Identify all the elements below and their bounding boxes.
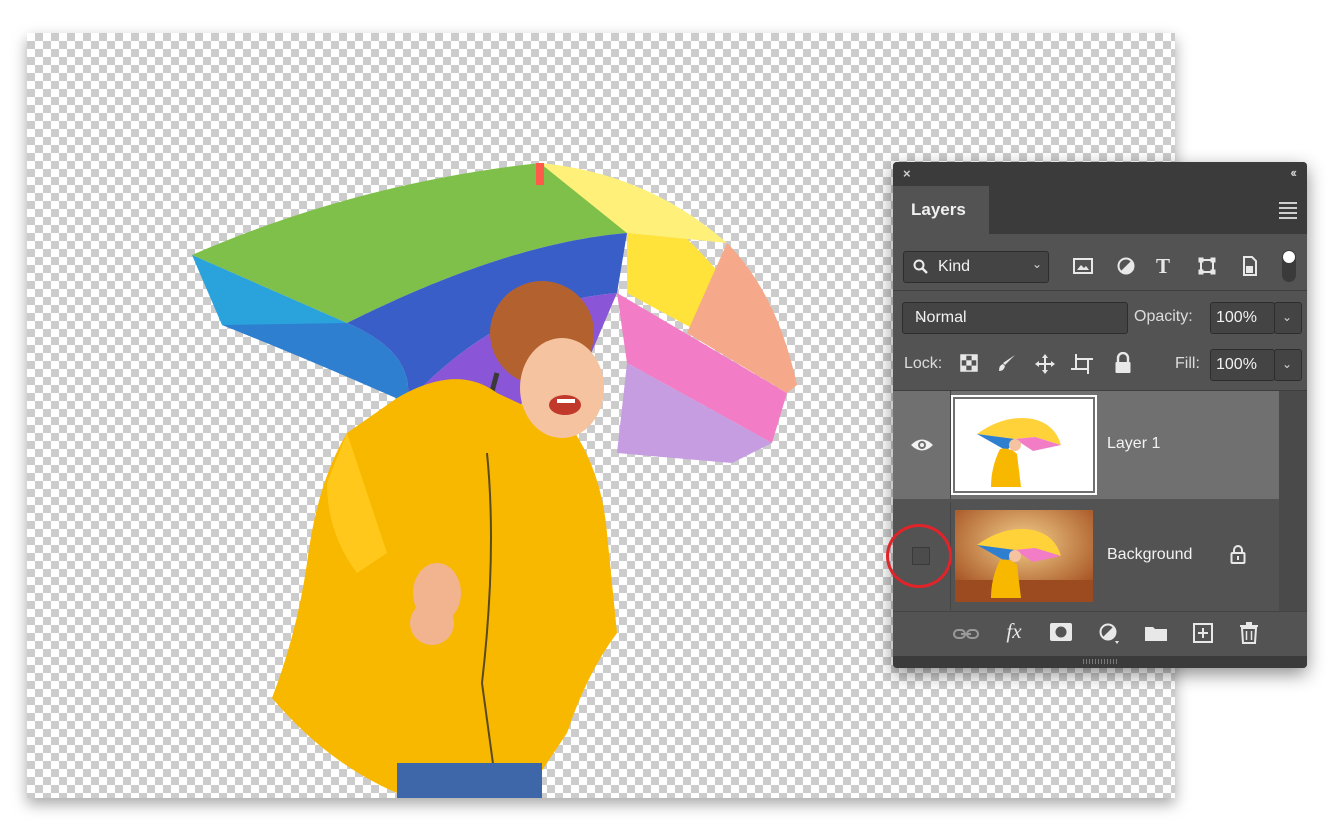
layer-list: Layer 1 Background <box>893 391 1307 611</box>
add-mask-icon[interactable] <box>1048 623 1074 641</box>
layer-lock-icon <box>1230 545 1246 564</box>
close-panel-icon[interactable]: × <box>903 166 911 181</box>
divider <box>893 290 1307 291</box>
opacity-dropdown-button[interactable]: ⌄ <box>1274 302 1302 334</box>
new-layer-icon[interactable] <box>1190 623 1216 643</box>
layer-row-layer-1[interactable]: Layer 1 <box>893 391 1279 499</box>
lock-position-icon[interactable] <box>1034 353 1056 375</box>
filter-kind-select[interactable]: Kind ⌄ <box>903 251 1049 283</box>
visibility-toggle[interactable] <box>893 391 951 499</box>
panel-titlebar[interactable]: × ‹‹ <box>893 162 1307 186</box>
chevron-down-icon: ⌄ <box>1282 357 1293 371</box>
layers-panel: × ‹‹ Layers Kind ⌄ T Normal ⌄ Opacity: 1… <box>893 162 1307 668</box>
lock-all-icon[interactable] <box>1114 352 1132 374</box>
search-icon <box>913 259 928 274</box>
fill-dropdown-button[interactable]: ⌄ <box>1274 349 1302 381</box>
new-group-icon[interactable] <box>1143 624 1169 642</box>
link-layers-icon[interactable] <box>953 627 979 641</box>
filter-kind-label: Kind <box>938 258 971 275</box>
smart-object-filter-icon[interactable] <box>1242 256 1258 276</box>
opacity-label: Opacity: <box>1134 308 1193 325</box>
collapse-panel-icon[interactable]: ‹‹ <box>1290 165 1297 180</box>
hamburger-menu-icon[interactable] <box>1279 202 1297 222</box>
chevron-down-icon: ⌄ <box>915 309 926 323</box>
fill-value: 100% <box>1216 356 1257 373</box>
adjustment-filter-icon[interactable] <box>1117 257 1135 275</box>
layer-name[interactable]: Layer 1 <box>1107 435 1160 453</box>
new-adjustment-layer-icon[interactable] <box>1097 623 1123 645</box>
blend-mode-select[interactable]: Normal ⌄ <box>902 302 1128 334</box>
opacity-input[interactable]: 100% <box>1210 302 1275 334</box>
fill-label: Fill: <box>1175 355 1200 372</box>
tab-layers[interactable]: Layers <box>893 186 989 234</box>
lock-transparent-pixels-icon[interactable] <box>960 354 978 372</box>
fill-input[interactable]: 100% <box>1210 349 1275 381</box>
panel-resize-grip[interactable] <box>893 656 1307 668</box>
lock-artboard-icon[interactable] <box>1071 353 1093 375</box>
eye-icon <box>911 439 933 451</box>
layer-style-fx-icon[interactable]: fx <box>1001 619 1027 644</box>
layer-name[interactable]: Background <box>1107 546 1192 564</box>
type-filter-icon[interactable]: T <box>1156 254 1170 279</box>
lock-image-pixels-icon[interactable] <box>997 353 1017 373</box>
panel-footer: fx <box>893 611 1307 657</box>
pixel-filter-icon[interactable] <box>1073 257 1093 275</box>
chevron-down-icon: ⌄ <box>1031 257 1042 271</box>
layer-thumbnail[interactable] <box>951 395 1097 495</box>
delete-layer-icon[interactable] <box>1236 622 1262 644</box>
panel-tabbar: Layers <box>893 186 1307 234</box>
layer-list-scrollbar[interactable] <box>1279 391 1307 611</box>
highlight-circle-annotation <box>886 524 952 588</box>
filter-toggle-icon[interactable] <box>1282 250 1296 282</box>
shape-filter-icon[interactable] <box>1198 257 1216 275</box>
lock-label: Lock: <box>904 355 943 372</box>
opacity-value: 100% <box>1216 309 1257 326</box>
chevron-down-icon: ⌄ <box>1282 310 1293 324</box>
layer-thumbnail[interactable] <box>955 510 1093 602</box>
